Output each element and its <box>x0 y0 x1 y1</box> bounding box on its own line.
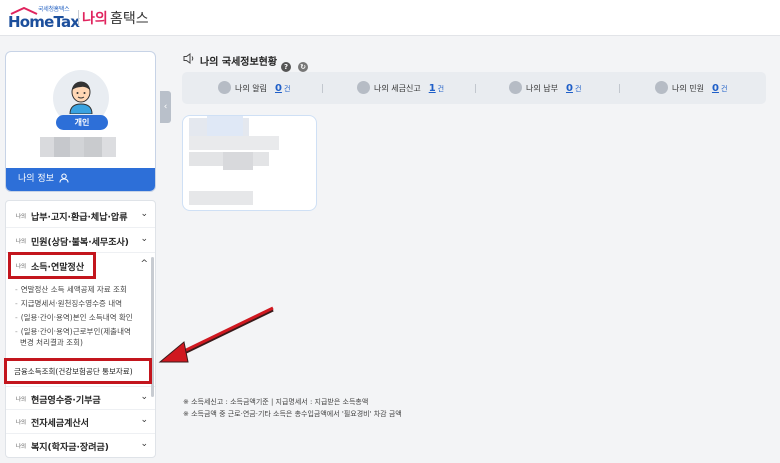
document-icon <box>357 81 370 94</box>
speaker-icon <box>183 53 194 64</box>
stat-divider <box>322 84 323 93</box>
stat-unit: 건 <box>720 85 728 93</box>
question-icon[interactable]: ? <box>281 62 291 72</box>
blurred-content <box>207 116 243 138</box>
stat-divider <box>619 84 620 93</box>
payment-icon <box>509 81 522 94</box>
bell-icon <box>218 81 231 94</box>
blurred-info-card[interactable] <box>182 115 317 211</box>
stat-label: 나의 세금신고 <box>374 84 421 93</box>
stat-value[interactable]: 0 <box>566 83 573 94</box>
stat-unit: 건 <box>283 85 291 93</box>
stat-label: 나의 알림 <box>235 84 267 93</box>
stat-tax-filing[interactable]: 나의 세금신고 1 건 <box>357 81 444 94</box>
blurred-content <box>189 191 253 205</box>
stat-unit: 건 <box>574 85 582 93</box>
footnote-line: ※ 소득금액 중 근로·연금·기타 소득은 총수입금액에서 '필요경비' 차감 … <box>183 410 402 418</box>
stat-divider <box>475 84 476 93</box>
help-icons: ? ↻ <box>281 54 310 73</box>
summary-status-bar: 나의 알림 0 건 나의 세금신고 1 건 나의 납부 0 건 나의 민원 0 건 <box>182 72 766 104</box>
stat-civil-complaints[interactable]: 나의 민원 0 건 <box>655 81 727 94</box>
complaint-icon <box>655 81 668 94</box>
stat-notifications[interactable]: 나의 알림 0 건 <box>218 81 290 94</box>
blurred-content <box>189 136 279 150</box>
stat-value[interactable]: 0 <box>275 83 282 94</box>
stat-label: 나의 민원 <box>672 84 704 93</box>
refresh-icon[interactable]: ↻ <box>298 62 309 72</box>
footnotes: ※ 소득세신고 : 소득금액기준 | 지급명세서 : 지급받은 소득총액 ※ 소… <box>183 396 402 420</box>
page-title: 나의 국세정보현황 <box>200 57 278 68</box>
red-arrow-annotation <box>158 306 274 363</box>
stat-unit: 건 <box>437 85 445 93</box>
stat-payment[interactable]: 나의 납부 0 건 <box>509 81 581 94</box>
stat-label: 나의 납부 <box>526 84 558 93</box>
stat-value[interactable]: 0 <box>712 83 719 94</box>
stat-value[interactable]: 1 <box>429 83 436 94</box>
blurred-content <box>223 152 253 170</box>
footnote-line: ※ 소득세신고 : 소득금액기준 | 지급명세서 : 지급받은 소득총액 <box>183 398 369 406</box>
